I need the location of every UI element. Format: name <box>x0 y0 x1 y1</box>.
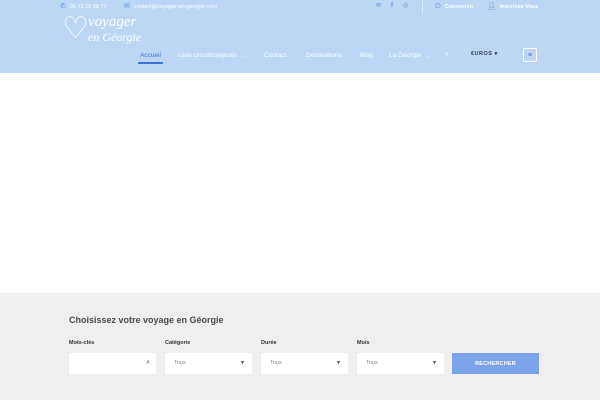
phone-icon: ✆ <box>60 3 66 10</box>
search-section-title: Choisissez votre voyage en Géorgie <box>69 315 224 325</box>
envelope-outline-icon: ✉ <box>124 3 130 10</box>
login-link[interactable]: ⏻ Connexion <box>435 3 473 10</box>
caret-down-icon: ▼ <box>336 360 341 366</box>
caret-down-icon: ▼ <box>432 360 437 366</box>
nav-item-accueil[interactable]: Accueil <box>140 52 161 59</box>
email-contact[interactable]: ✉ contact@voyager-en-georgie.com <box>124 3 217 10</box>
site-logo[interactable]: ♡ voyager en Géorgie <box>62 12 152 46</box>
chevron-down-icon: ⌄ <box>240 52 245 59</box>
facebook-icon[interactable]: f <box>391 2 393 10</box>
category-select[interactable]: Tous ▼ <box>165 353 252 374</box>
nav-item-label: Accueil <box>140 52 161 59</box>
nav-item-blog[interactable]: Blog <box>360 52 373 59</box>
chevron-down-icon: ⌄ <box>425 52 430 59</box>
duration-value: Tous <box>270 360 282 366</box>
logo-text-line2: en Géorgie <box>88 30 142 44</box>
site-header: ✆ 06 72 15 88 77 ✉ contact@voyager-en-ge… <box>0 0 600 73</box>
hero-area <box>0 73 600 293</box>
envelope-icon[interactable]: ✉ <box>376 2 381 10</box>
top-bar-divider <box>422 0 423 14</box>
currency-label: €UROS <box>471 51 493 57</box>
nav-item-destinations[interactable]: Destinations <box>306 52 342 59</box>
search-submit-button[interactable]: RECHERCHER <box>452 353 539 374</box>
nav-item-label: Liste circuits/séjours <box>178 52 237 59</box>
hamburger-menu-button[interactable]: ≡ <box>523 48 537 62</box>
nav-item-label: Destinations <box>306 52 342 59</box>
phone-number: 06 72 15 88 77 <box>69 3 107 10</box>
main-nav: Accueil Liste circuits/séjours ⌄ Contact… <box>0 50 600 64</box>
nav-item-circuits[interactable]: Liste circuits/séjours ⌄ <box>178 52 245 59</box>
login-label: Connexion <box>444 3 473 10</box>
search-icon[interactable]: ⌕ <box>445 51 449 59</box>
phone-contact[interactable]: ✆ 06 72 15 88 77 <box>60 3 107 10</box>
keywords-input[interactable]: ⌕ <box>69 353 156 374</box>
user-icon: 👤︎ <box>487 3 496 10</box>
currency-selector[interactable]: €UROS ▾ <box>471 51 498 57</box>
month-value: Tous <box>366 360 378 366</box>
active-nav-underline <box>138 62 163 64</box>
hamburger-icon: ≡ <box>527 51 533 59</box>
nav-item-contact[interactable]: Contact <box>264 52 286 59</box>
nav-item-la-georgie[interactable]: La Géorgie ⌄ <box>389 52 429 59</box>
trip-search-section: Choisissez votre voyage en Géorgie Mots-… <box>0 293 600 400</box>
register-link[interactable]: 👤︎ Inscrivez-Vous <box>487 3 538 10</box>
category-value: Tous <box>174 360 186 366</box>
instagram-icon[interactable]: ◎ <box>403 2 408 10</box>
month-select[interactable]: Tous ▼ <box>357 353 444 374</box>
heart-logo-icon: ♡ <box>62 12 89 45</box>
keywords-label: Mots-clés <box>69 340 95 346</box>
search-icon: ⌕ <box>146 359 150 366</box>
nav-item-label: Contact <box>264 52 287 59</box>
duration-select[interactable]: Tous ▼ <box>261 353 348 374</box>
caret-down-icon: ▾ <box>494 51 498 57</box>
caret-down-icon: ▼ <box>240 360 245 366</box>
nav-item-label: La Géorgie <box>389 52 422 59</box>
duration-label: Durée <box>261 340 277 346</box>
login-icon: ⏻ <box>435 3 441 10</box>
month-label: Mois <box>357 340 370 346</box>
nav-item-label: Blog <box>360 52 374 59</box>
logo-text-line1: voyager <box>88 14 137 30</box>
email-address: contact@voyager-en-georgie.com <box>133 3 217 10</box>
register-label: Inscrivez-Vous <box>499 3 539 10</box>
category-label: Catégorie <box>165 340 191 346</box>
